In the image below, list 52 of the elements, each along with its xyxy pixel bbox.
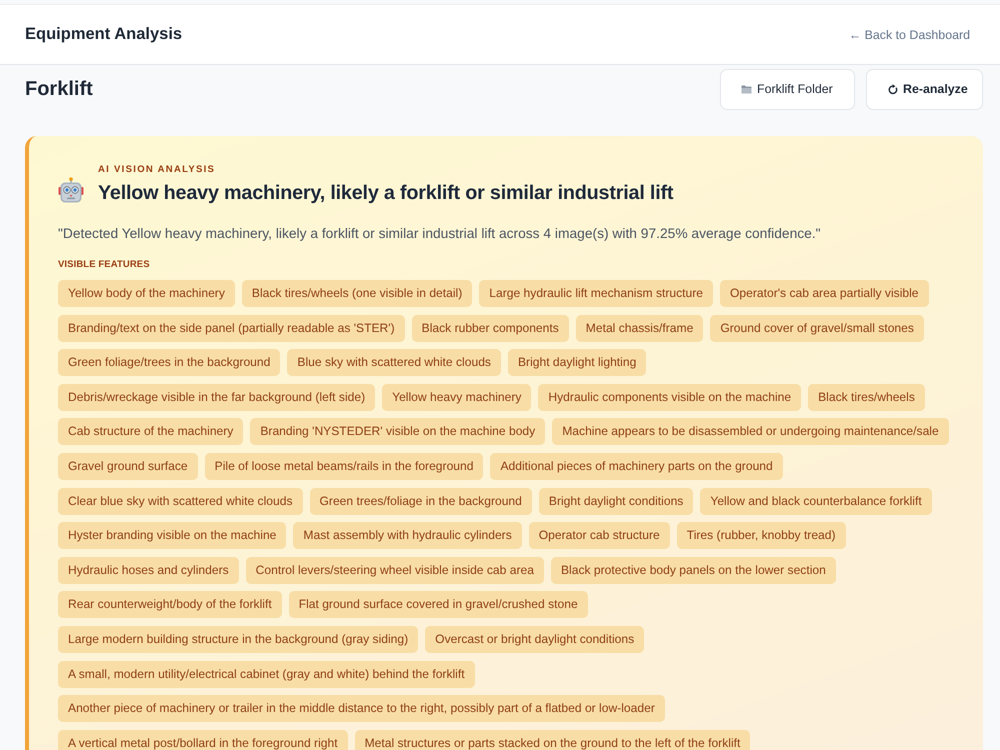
back-link[interactable]: ← Back to Dashboard bbox=[848, 28, 970, 42]
feature-tag: Black tires/wheels bbox=[808, 384, 925, 411]
feature-tag: A small, modern utility/electrical cabinet (gray and white) behind the forklift bbox=[58, 660, 475, 688]
feature-tag: Operator's cab area partially visible bbox=[720, 280, 929, 307]
feature-tag: Tires (rubber, knobby tread) bbox=[676, 522, 846, 550]
feature-tag: Gravel ground surface bbox=[58, 452, 198, 480]
feature-tag: Flat ground surface covered in gravel/crushed stone bbox=[288, 591, 588, 618]
feature-tag: Additional pieces of machinery parts on the ground bbox=[490, 452, 783, 480]
feature-tag: Mast assembly with hydraulic cylinders bbox=[293, 522, 522, 550]
feature-tag: Black protective body panels on the lower section bbox=[550, 556, 836, 584]
feature-tag: Green foliage/trees in the background bbox=[58, 349, 280, 376]
feature-tag: Cab structure of the machinery bbox=[58, 418, 244, 446]
reanalyze-button[interactable]: Re-analyze bbox=[866, 68, 983, 110]
feature-tag: Rear counterweight/body of the forklift bbox=[58, 591, 282, 618]
folder-icon bbox=[741, 84, 752, 94]
feature-tag: Hydraulic components visible on the machine bbox=[538, 384, 802, 411]
folder-button[interactable]: Forklift Folder bbox=[720, 68, 855, 110]
feature-tag: Hydraulic hoses and cylinders bbox=[58, 556, 239, 584]
feature-tag: Green trees/foliage in the background bbox=[310, 488, 532, 515]
feature-tag: Overcast or bright daylight conditions bbox=[425, 626, 644, 653]
feature-tag: Debris/wreckage visible in the far background (left side) bbox=[58, 384, 376, 411]
feature-tag: Metal structures or parts stacked on the ground to the left of the forklift bbox=[354, 730, 750, 750]
feature-tag: Bright daylight lighting bbox=[508, 349, 646, 376]
feature-tag: Bright daylight conditions bbox=[538, 488, 694, 515]
feature-tag: Blue sky with scattered white clouds bbox=[287, 349, 501, 376]
feature-tag: Large modern building structure in the background (gray siding) bbox=[58, 626, 418, 653]
feature-tag: Operator cab structure bbox=[528, 522, 670, 550]
section-eyebrow: AI VISION ANALYSIS bbox=[98, 164, 216, 176]
feature-tag: Machine appears to be disassembled or undergoing maintenance/sale bbox=[552, 418, 949, 446]
feature-tag: Ground cover of gravel/small stones bbox=[710, 314, 924, 342]
feature-tag: Metal chassis/frame bbox=[576, 314, 704, 342]
app-title: Equipment Analysis bbox=[25, 25, 182, 44]
feature-tag: Control levers/steering wheel visible inside cab area bbox=[246, 556, 544, 584]
robot-icon bbox=[58, 177, 84, 203]
feature-tag: Yellow body of the machinery bbox=[58, 280, 235, 307]
feature-tag: Hyster branding visible on the machine bbox=[58, 522, 286, 550]
feature-tag: Pile of loose metal beams/rails in the foreground bbox=[204, 452, 484, 480]
feature-tag: Branding/text on the side panel (partially readable as 'STER') bbox=[58, 314, 405, 342]
feature-tag: Clear blue sky with scattered white clouds bbox=[58, 488, 303, 515]
feature-tag: Large hydraulic lift mechanism structure bbox=[479, 280, 714, 307]
feature-tag: Black tires/wheels (one visible in detail) bbox=[242, 280, 472, 307]
feature-tag: Yellow and black counterbalance forklift bbox=[700, 488, 932, 515]
feature-tag: Yellow heavy machinery bbox=[382, 384, 532, 411]
feature-tag: Branding 'NYSTEDER' visible on the machine body bbox=[250, 418, 546, 446]
feature-tag: A vertical metal post/bollard in the foreground right bbox=[58, 730, 348, 750]
analysis-summary: "Detected Yellow heavy machinery, likely a forklift or similar industrial lift across 4 image(s) with 97.25% average confidence." bbox=[58, 225, 822, 243]
features-label: VISIBLE FEATURES bbox=[58, 259, 151, 271]
feature-tag: Another piece of machinery or trailer in the middle distance to the right, possibly part of a flatbed or low-loader bbox=[58, 695, 665, 722]
page-title: Forklift bbox=[25, 78, 93, 100]
feature-tag: Black rubber components bbox=[412, 314, 569, 342]
refresh-icon bbox=[888, 84, 898, 94]
analysis-title: Yellow heavy machinery, likely a forklift or similar industrial lift bbox=[98, 181, 674, 205]
